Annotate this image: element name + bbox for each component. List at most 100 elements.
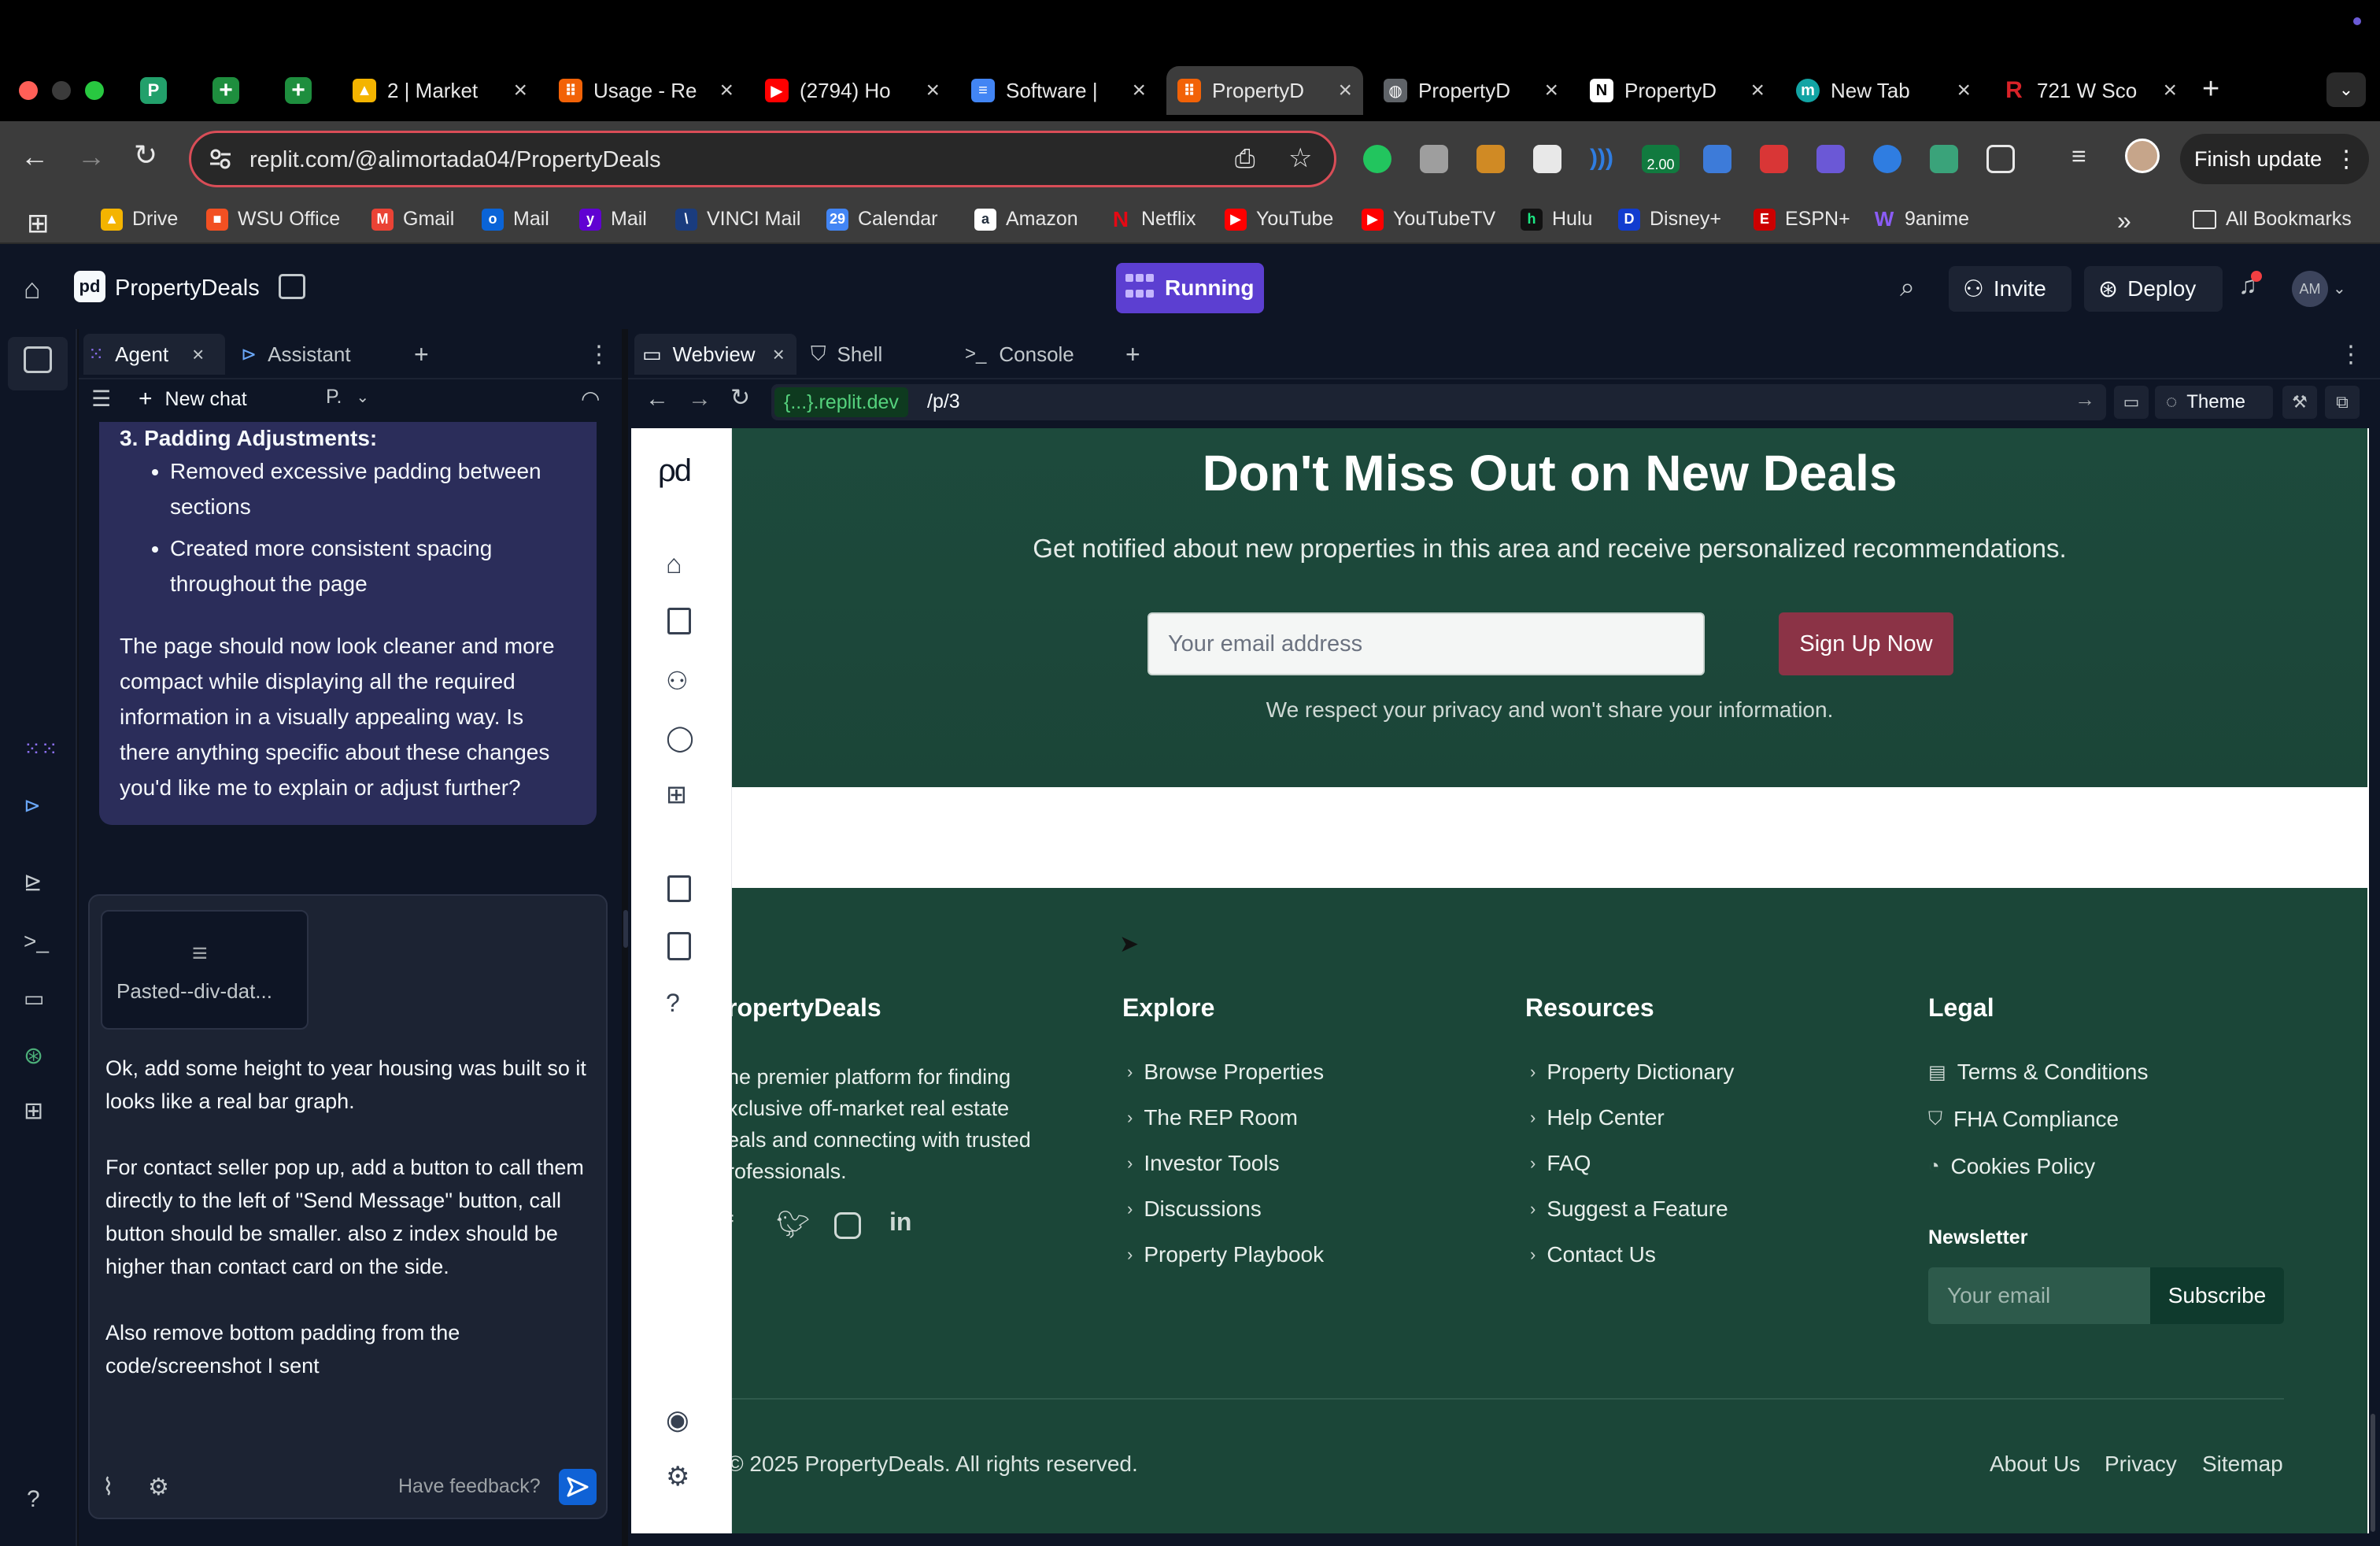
home-icon[interactable]: ⌂ — [666, 549, 682, 580]
shell-icon[interactable]: >_ — [24, 929, 49, 954]
invite-button[interactable]: ⚇ Invite — [1949, 266, 2071, 312]
bookmark-netflix[interactable]: N Netflix — [1110, 207, 1196, 231]
webview-scrollbar[interactable] — [2371, 1414, 2375, 1532]
tab-shell[interactable]: ⛉ Shell — [811, 334, 882, 375]
tab-console[interactable]: >_ Console — [965, 334, 1074, 375]
all-bookmarks-button[interactable]: All Bookmarks — [2193, 208, 2352, 231]
footer-link[interactable]: › FAQ — [1530, 1151, 1591, 1176]
footer-link[interactable]: › Investor Tools — [1127, 1151, 1280, 1176]
tab-agent[interactable]: ⁙ Agent × — [83, 334, 225, 375]
newsletter-email-input[interactable]: Your email — [1928, 1267, 2150, 1324]
devtools-wrench-icon[interactable]: ⚒ — [2282, 386, 2317, 419]
bookmark-yahoo-mail[interactable]: y Mail — [579, 208, 647, 231]
project-name[interactable]: PropertyDeals — [115, 276, 260, 301]
extension-icon[interactable] — [1703, 145, 1731, 173]
add-tab-button[interactable]: + — [1125, 334, 1140, 375]
all-tools-grid-icon[interactable]: ⊞ — [24, 1097, 43, 1125]
bookmark-9anime[interactable]: W 9anime — [1873, 207, 1969, 231]
footer-link[interactable]: › Help Center — [1530, 1105, 1665, 1130]
bookmark-outlook[interactable]: o Mail — [482, 208, 549, 231]
footer-link[interactable]: › The REP Room — [1127, 1105, 1298, 1130]
bookmark-star-icon[interactable]: ☆ — [1288, 142, 1312, 174]
bookmark-vinci-mail[interactable]: \ VINCI Mail — [675, 208, 800, 231]
site-logo[interactable]: ρd — [658, 453, 692, 489]
calculator-icon[interactable] — [667, 932, 691, 960]
footer-link[interactable]: ◔ Cookies Policy — [1928, 1154, 2095, 1179]
close-tab-icon[interactable]: × — [926, 77, 940, 104]
extension-icon[interactable] — [1816, 145, 1845, 173]
deployments-icon[interactable]: ⊛ — [24, 1042, 43, 1070]
maximize-window-button[interactable] — [85, 81, 104, 100]
more-vert-icon[interactable]: ⋮ — [587, 334, 611, 375]
sitemap-link[interactable]: Sitemap — [2202, 1452, 2283, 1477]
more-vert-icon[interactable]: ⋮ — [2339, 334, 2363, 375]
attachment-card[interactable]: ≡ Pasted--div-dat... — [101, 910, 309, 1030]
instagram-icon[interactable] — [834, 1212, 861, 1239]
cta-email-input[interactable]: Your email address — [1148, 612, 1705, 675]
extension-icon[interactable] — [1533, 145, 1561, 173]
pinned-tab-icon[interactable]: P — [140, 77, 167, 104]
forward-arrow-icon[interactable]: → — [77, 140, 105, 173]
bookmark-disney[interactable]: D Disney+ — [1618, 208, 1721, 231]
open-new-window-icon[interactable]: ⧉ — [2325, 386, 2360, 419]
footer-link[interactable]: › Contact Us — [1530, 1242, 1656, 1267]
users-icon[interactable]: ⚇ — [666, 666, 689, 696]
message-circle-icon[interactable]: ◯ — [666, 723, 694, 753]
paperclip-icon[interactable]: ⌇ — [102, 1474, 114, 1501]
theme-button[interactable]: ◌ Theme — [2155, 386, 2273, 419]
chevron-down-icon[interactable]: ⌄ — [2333, 279, 2346, 298]
feedback-link[interactable]: Have feedback? — [398, 1475, 541, 1498]
new-tab-button[interactable]: + — [2202, 72, 2219, 106]
finish-update-button[interactable]: Finish update ⋮ — [2180, 134, 2369, 184]
bookmark-espn[interactable]: E ESPN+ — [1754, 208, 1850, 231]
bookmark-drive[interactable]: ▲ Drive — [101, 208, 178, 231]
bookmark-wsu-office[interactable]: ■ WSU Office — [206, 208, 340, 231]
more-bookmarks-chevron-icon[interactable]: » — [2117, 206, 2131, 235]
browser-tab-active[interactable]: ⠿ PropertyD × — [1166, 66, 1363, 115]
tab-search-chevron-icon[interactable]: ⌄ — [2326, 72, 2366, 107]
extension-icon[interactable] — [1476, 145, 1505, 173]
footer-link[interactable]: › Property Playbook — [1127, 1242, 1324, 1267]
send-button[interactable] — [559, 1469, 597, 1505]
browser-tab[interactable]: ▲ 2 | Market × — [342, 66, 538, 115]
chat-input[interactable]: Ok, add some height to year housing was … — [105, 1052, 593, 1382]
search-icon[interactable]: ⌕ — [1900, 272, 1915, 303]
sheets-tab-icon[interactable]: + — [213, 77, 239, 104]
browser-tab[interactable]: ◍ PropertyD × — [1373, 66, 1569, 115]
footer-link[interactable]: › Suggest a Feature — [1530, 1196, 1728, 1222]
add-tab-button[interactable]: + — [414, 334, 429, 375]
settings-gear-icon[interactable]: ⚙ — [666, 1461, 689, 1492]
close-tab-icon[interactable]: × — [192, 342, 204, 367]
close-tab-icon[interactable]: × — [1750, 77, 1765, 104]
extension-icon[interactable] — [1873, 145, 1901, 173]
privacy-link[interactable]: Privacy — [2105, 1452, 2177, 1477]
deploy-button[interactable]: ⊛ Deploy — [2084, 266, 2223, 312]
profile-avatar[interactable] — [2125, 139, 2160, 173]
address-bar[interactable]: replit.com/@alimortada04/PropertyDeals ⎙… — [189, 131, 1336, 187]
bookmark-gmail[interactable]: M Gmail — [371, 208, 454, 231]
install-app-icon[interactable]: ⎙ — [1235, 144, 1255, 174]
settings-gear-icon[interactable]: ⚙ — [148, 1474, 169, 1501]
chat-history-icon[interactable]: ☰ — [91, 386, 111, 412]
site-info-icon[interactable] — [207, 146, 234, 172]
footer-link[interactable]: ▤ Terms & Conditions — [1928, 1060, 2148, 1085]
file-tree-icon[interactable] — [24, 346, 52, 373]
browser-tab[interactable]: R 721 W Sco × — [1991, 66, 2188, 115]
extensions-puzzle-icon[interactable] — [1986, 145, 2015, 173]
extension-icon[interactable]: ))) — [1590, 145, 1618, 173]
subscribe-button[interactable]: Subscribe — [2150, 1267, 2284, 1324]
close-tab-icon[interactable]: × — [719, 77, 734, 104]
footer-link[interactable]: › Discussions — [1127, 1196, 1262, 1222]
extension-icon[interactable] — [1930, 145, 1958, 173]
help-icon[interactable]: ? — [27, 1486, 40, 1513]
footer-link[interactable]: › Property Dictionary — [1530, 1060, 1734, 1085]
close-tab-icon[interactable]: × — [513, 77, 527, 104]
extension-icon[interactable] — [1760, 145, 1788, 173]
user-avatar[interactable]: AM — [2292, 271, 2328, 307]
help-circle-icon[interactable]: ? — [666, 989, 680, 1018]
browser-tab[interactable]: ≡ Software | × — [960, 66, 1157, 115]
close-tab-icon[interactable]: × — [1544, 77, 1558, 104]
project-info-icon[interactable] — [279, 274, 305, 299]
bookmark-amazon[interactable]: a Amazon — [974, 208, 1078, 231]
footer-link[interactable]: › Browse Properties — [1127, 1060, 1324, 1085]
